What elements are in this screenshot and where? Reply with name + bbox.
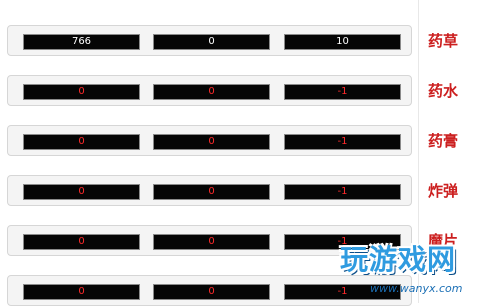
value-cell-2[interactable]: 0 — [153, 184, 270, 200]
value-cell-1[interactable]: 0 — [23, 284, 140, 300]
item-label-potion: 药水 — [428, 82, 459, 100]
value-cell-2[interactable]: 0 — [153, 284, 270, 300]
item-row-ointment: 0 0 -1 — [7, 125, 412, 156]
site-watermark-logo: 玩游戏网 www.wanyx.com — [340, 238, 479, 303]
value-cell-1[interactable]: 0 — [23, 134, 140, 150]
value-cell-1[interactable]: 766 — [23, 34, 140, 50]
value-cell-3[interactable]: -1 — [284, 84, 401, 100]
item-label-herb: 药草 — [428, 32, 459, 50]
item-row-potion: 0 0 -1 — [7, 75, 412, 106]
item-row-herb: 766 0 10 — [7, 25, 412, 56]
value-cell-3[interactable]: -1 — [284, 184, 401, 200]
watermark-text: 玩游戏网 — [340, 243, 457, 276]
value-cell-1[interactable]: 0 — [23, 234, 140, 250]
value-cell-3[interactable]: -1 — [284, 134, 401, 150]
item-label-ointment: 药膏 — [428, 132, 459, 150]
value-cell-1[interactable]: 0 — [23, 184, 140, 200]
value-cell-3[interactable]: 10 — [284, 34, 401, 50]
value-cell-2[interactable]: 0 — [153, 234, 270, 250]
value-cell-2[interactable]: 0 — [153, 34, 270, 50]
value-cell-2[interactable]: 0 — [153, 84, 270, 100]
watermark-url: www.wanyx.com — [370, 282, 463, 295]
item-label-bomb: 炸弹 — [428, 182, 459, 200]
item-row-bomb: 0 0 -1 — [7, 175, 412, 206]
value-cell-1[interactable]: 0 — [23, 84, 140, 100]
value-cell-2[interactable]: 0 — [153, 134, 270, 150]
